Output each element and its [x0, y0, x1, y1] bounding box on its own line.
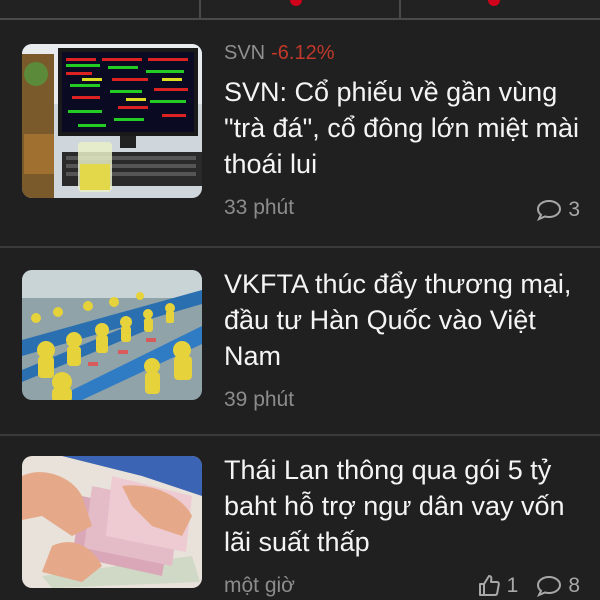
title-line: đầu tư Hàn Quốc vào Việt [224, 305, 536, 335]
comment-count: 3 [568, 198, 580, 221]
article-time: 33 phút [224, 196, 295, 219]
title-line: Nam [224, 341, 282, 371]
top-tab-bar [0, 0, 600, 20]
stock-monitor-desk-icon [22, 44, 202, 198]
stock-ticker[interactable]: SVN -6.12% [224, 42, 335, 65]
comment-count-button[interactable]: 3 [536, 198, 580, 222]
title-line: lãi suất thấp [224, 527, 370, 557]
title-line: Thái Lan thông qua gói 5 tỷ [224, 455, 552, 485]
ticker-change: -6.12% [271, 42, 335, 64]
like-count: 1 [506, 574, 519, 597]
news-feed-screen: SVN -6.12% SVN: Cổ phiếu về gần vùng "trà… [0, 0, 600, 600]
tab-indicator-dot [290, 0, 302, 6]
title-line: VKFTA thúc đẩy thương mại, [224, 269, 572, 299]
comment-count: 8 [568, 574, 580, 597]
counting-money-icon [22, 456, 202, 588]
article-title[interactable]: SVN: Cổ phiếu về gần vùng "trà đá", cổ đ… [224, 74, 584, 182]
article-thumbnail-money[interactable] [22, 456, 202, 588]
ticker-symbol[interactable]: SVN [224, 42, 265, 64]
article-title[interactable]: Thái Lan thông qua gói 5 tỷ baht hỗ trợ … [224, 452, 584, 560]
tab-indicator-dot [488, 0, 500, 6]
article-time: 39 phút [224, 388, 295, 411]
tab-bar-border [0, 18, 600, 20]
article-item-2[interactable]: VKFTA thúc đẩy thương mại, đầu tư Hàn Qu… [0, 248, 600, 434]
tab-separator [199, 0, 201, 20]
article-thumbnail-stock[interactable] [22, 44, 202, 198]
title-line: baht hỗ trợ ngư dân vay vốn [224, 491, 565, 521]
comment-icon [536, 199, 562, 221]
title-line: SVN: Cổ phiếu về gần vùng [224, 77, 558, 107]
article-title[interactable]: VKFTA thúc đẩy thương mại, đầu tư Hàn Qu… [224, 266, 584, 374]
title-line: "trà đá", cổ đông lớn miệt mài [224, 113, 580, 143]
comment-icon[interactable] [536, 575, 562, 597]
article-time: một giờ [224, 574, 295, 597]
article-reactions: 1 8 [477, 574, 580, 598]
like-icon[interactable] [477, 574, 501, 598]
tab-separator [399, 0, 401, 20]
title-line: thoái lui [224, 149, 318, 179]
factory-workers-icon [22, 270, 202, 400]
article-thumbnail-factory[interactable] [22, 270, 202, 400]
article-item-3[interactable]: Thái Lan thông qua gói 5 tỷ baht hỗ trợ … [0, 436, 600, 600]
article-item-1[interactable]: SVN -6.12% SVN: Cổ phiếu về gần vùng "trà… [0, 22, 600, 246]
